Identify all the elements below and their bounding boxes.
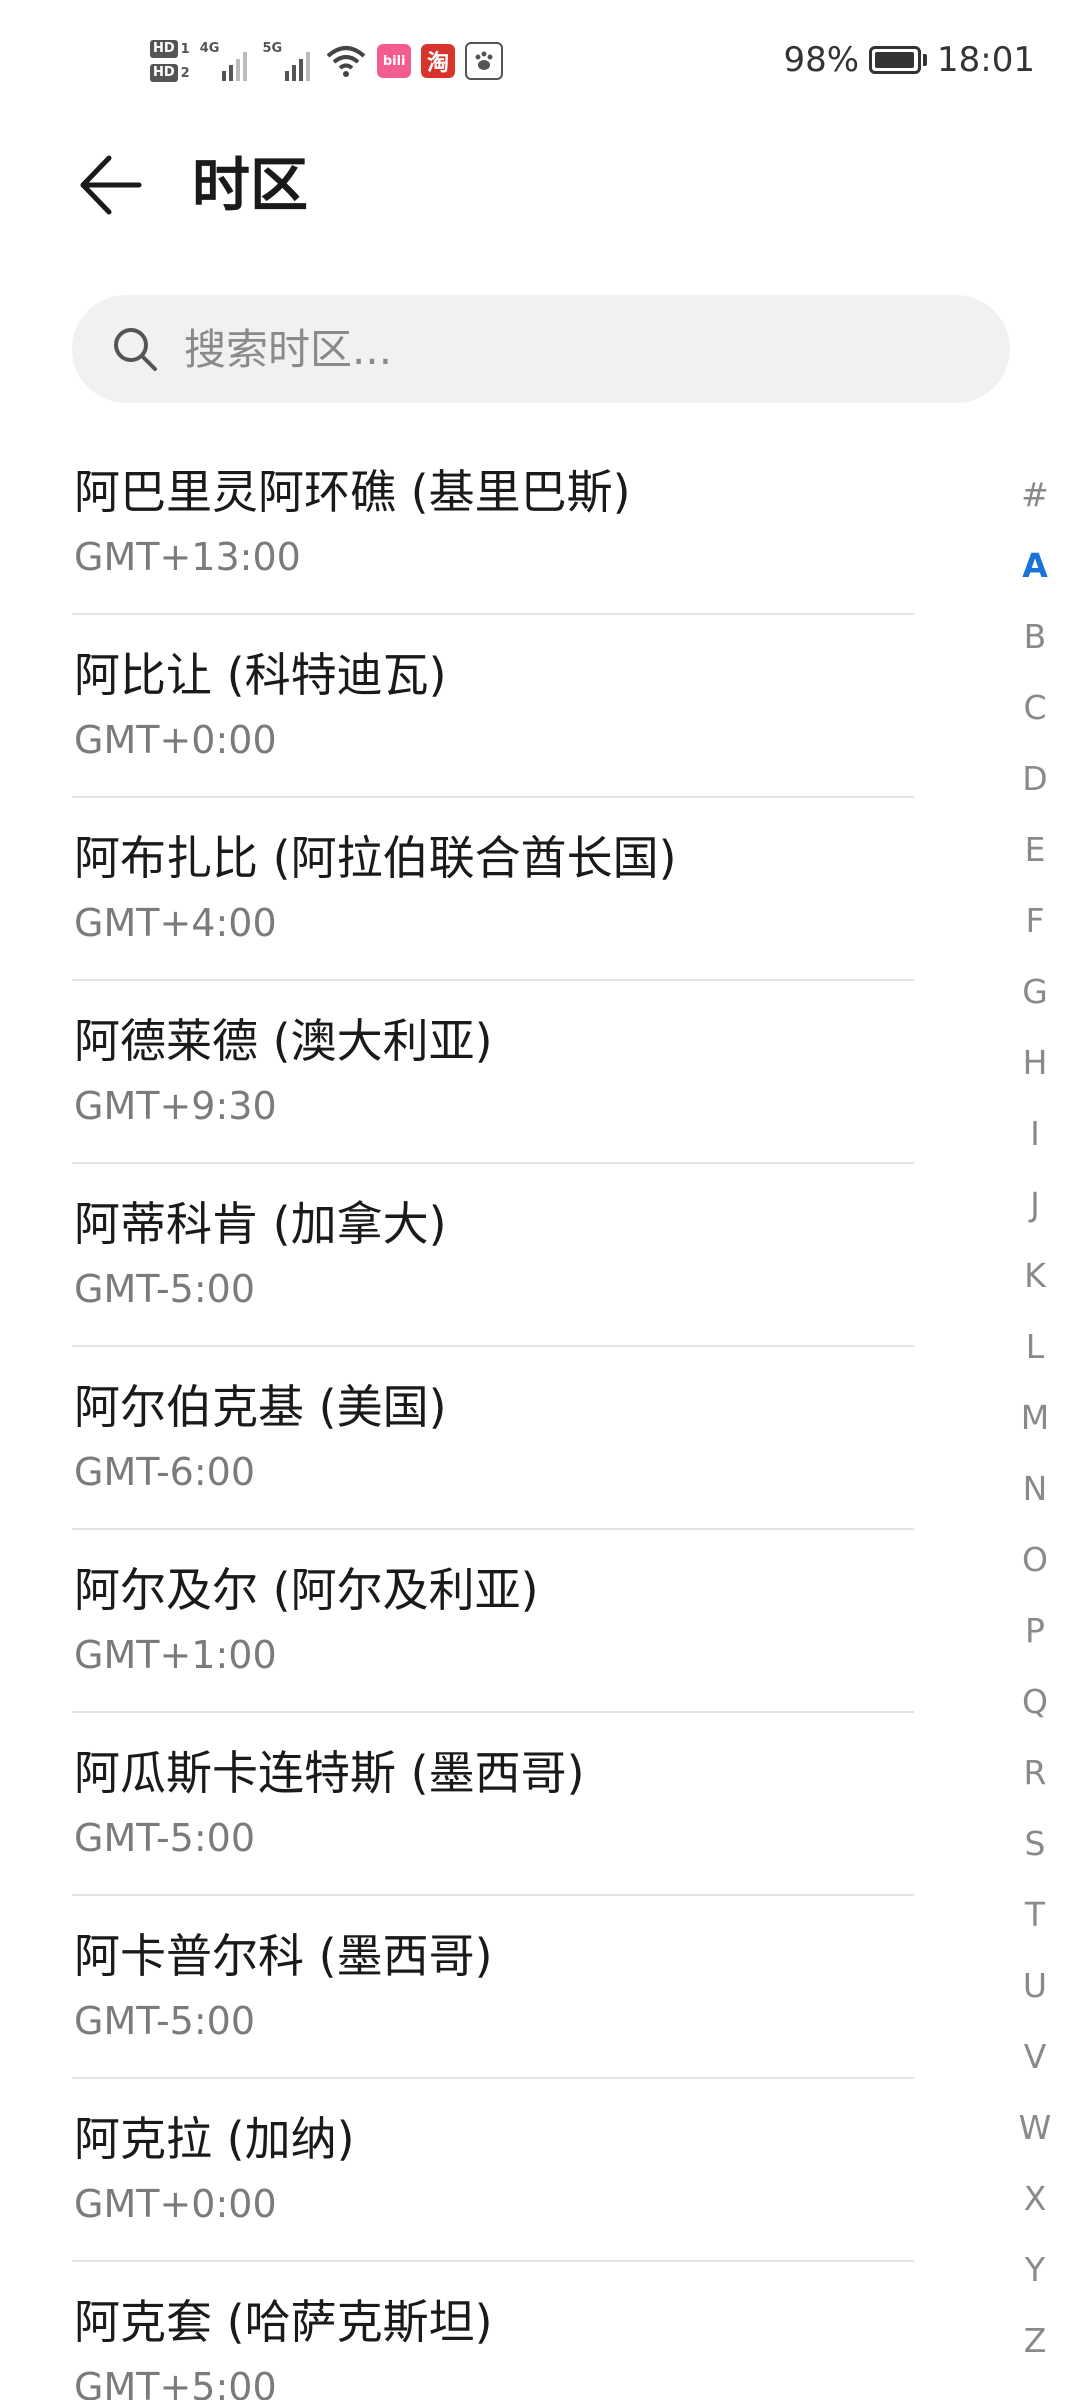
hd-indicator-2: HD 2 [150,64,190,82]
timezone-offset: GMT+0:00 [74,718,277,762]
index-letter[interactable]: A [1000,541,1070,591]
bilibili-notification-icon: bili [377,44,412,78]
timezone-name: 阿布扎比 (阿拉伯联合酋长国) [74,831,677,885]
index-letter[interactable]: G [1000,967,1070,1017]
paw-icon [475,51,493,70]
timezone-name: 阿巴里灵阿环礁 (基里巴斯) [74,465,631,519]
timezone-name: 阿比让 (科特迪瓦) [74,648,447,702]
index-letter[interactable]: F [1000,896,1070,946]
timezone-row[interactable]: 阿克套 (哈萨克斯坦) GMT+5:00 [72,2262,914,2400]
index-letter[interactable]: M [1000,1393,1070,1443]
timezone-row[interactable]: 阿卡普尔科 (墨西哥) GMT-5:00 [72,1896,914,2079]
index-letter[interactable]: S [1000,1819,1070,1869]
index-letter[interactable]: U [1000,1961,1070,2011]
index-letter[interactable]: R [1000,1748,1070,1798]
timezone-name: 阿瓜斯卡连特斯 (墨西哥) [74,1746,585,1800]
timezone-row[interactable]: 阿比让 (科特迪瓦) GMT+0:00 [72,615,914,798]
hd-indicator-1: HD 1 [150,40,190,58]
clock: 18:01 [937,40,1035,80]
timezone-offset: GMT+5:00 [74,2365,277,2400]
battery-percent: 98% [783,40,860,80]
status-right: 98% 18:01 [783,30,1035,90]
index-letter[interactable]: T [1000,1890,1070,1940]
signal-bars-icon [285,52,311,81]
timezone-name: 阿卡普尔科 (墨西哥) [74,1929,493,1983]
index-letter[interactable]: B [1000,612,1070,662]
timezone-offset: GMT-5:00 [74,1999,256,2043]
timezone-row[interactable]: 阿克拉 (加纳) GMT+0:00 [72,2079,914,2262]
wifi-icon [326,46,366,77]
timezone-offset: GMT+4:00 [74,901,277,945]
index-letter[interactable]: C [1000,683,1070,733]
timezone-offset: GMT+1:00 [74,1633,277,1677]
timezone-offset: GMT-5:00 [74,1267,256,1311]
timezone-list: 阿巴里灵阿环礁 (基里巴斯) GMT+13:00 阿比让 (科特迪瓦) GMT+0:0… [72,432,914,2400]
timezone-name: 阿克套 (哈萨克斯坦) [74,2295,493,2349]
battery-icon [869,46,928,74]
signal-bars-icon [222,52,248,81]
index-letter[interactable]: W [1000,2103,1070,2153]
page-title: 时区 [192,151,309,219]
signal-4g: 4G [200,41,253,81]
index-letter[interactable]: J [1000,1180,1070,1230]
status-bar: HD 1 HD 2 4G 5G bili 淘 98% 18:01 [0,0,1080,120]
battery-fill [875,52,915,68]
baidu-paw-notification-icon [465,42,504,80]
timezone-name: 阿克拉 (加纳) [74,2112,355,2166]
timezone-name: 阿德莱德 (澳大利亚) [74,1014,493,1068]
search-input[interactable] [182,308,966,390]
index-letter[interactable]: # [1000,470,1070,520]
index-letter[interactable]: L [1000,1322,1070,1372]
timezone-offset: GMT+0:00 [74,2182,277,2226]
index-letter[interactable]: X [1000,2174,1070,2224]
timezone-offset: GMT-6:00 [74,1450,256,1494]
timezone-offset: GMT-5:00 [74,1816,256,1860]
timezone-row[interactable]: 阿尔伯克基 (美国) GMT-6:00 [72,1347,914,1530]
index-letter[interactable]: I [1000,1109,1070,1159]
timezone-offset: GMT+13:00 [74,535,301,579]
timezone-row[interactable]: 阿蒂科肯 (加拿大) GMT-5:00 [72,1164,914,1347]
timezone-row[interactable]: 阿尔及尔 (阿尔及利亚) GMT+1:00 [72,1530,914,1713]
status-indicators: HD 1 HD 2 4G 5G bili 淘 [150,26,504,96]
index-letter[interactable]: V [1000,2032,1070,2082]
index-letter[interactable]: D [1000,754,1070,804]
signal-5g: 5G [262,41,315,81]
index-letter[interactable]: N [1000,1464,1070,1514]
app-header: 时区 [0,130,1080,240]
alphabet-index[interactable]: # A B C D E F G H I J K L M N O P Q R S T U V W X Y Z [1000,470,1070,2370]
index-letter[interactable]: Z [1000,2316,1070,2366]
timezone-row[interactable]: 阿德莱德 (澳大利亚) GMT+9:30 [72,981,914,1164]
taobao-notification-icon: 淘 [421,44,456,78]
index-letter[interactable]: E [1000,825,1070,875]
index-letter[interactable]: O [1000,1535,1070,1585]
search-bar[interactable] [72,295,1010,403]
timezone-name: 阿尔及尔 (阿尔及利亚) [74,1563,539,1617]
index-letter[interactable]: Q [1000,1677,1070,1727]
index-letter[interactable]: P [1000,1606,1070,1656]
timezone-name: 阿尔伯克基 (美国) [74,1380,447,1434]
index-letter[interactable]: H [1000,1038,1070,1088]
back-button[interactable] [70,140,150,230]
timezone-offset: GMT+9:30 [74,1084,277,1128]
timezone-row[interactable]: 阿瓜斯卡连特斯 (墨西哥) GMT-5:00 [72,1713,914,1896]
timezone-row[interactable]: 阿巴里灵阿环礁 (基里巴斯) GMT+13:00 [72,432,914,615]
hd-voice-indicators: HD 1 HD 2 [150,40,190,82]
search-icon [108,322,162,376]
timezone-name: 阿蒂科肯 (加拿大) [74,1197,447,1251]
index-letter[interactable]: Y [1000,2245,1070,2295]
timezone-row[interactable]: 阿布扎比 (阿拉伯联合酋长国) GMT+4:00 [72,798,914,981]
index-letter[interactable]: K [1000,1251,1070,1301]
back-arrow-icon [80,155,142,215]
